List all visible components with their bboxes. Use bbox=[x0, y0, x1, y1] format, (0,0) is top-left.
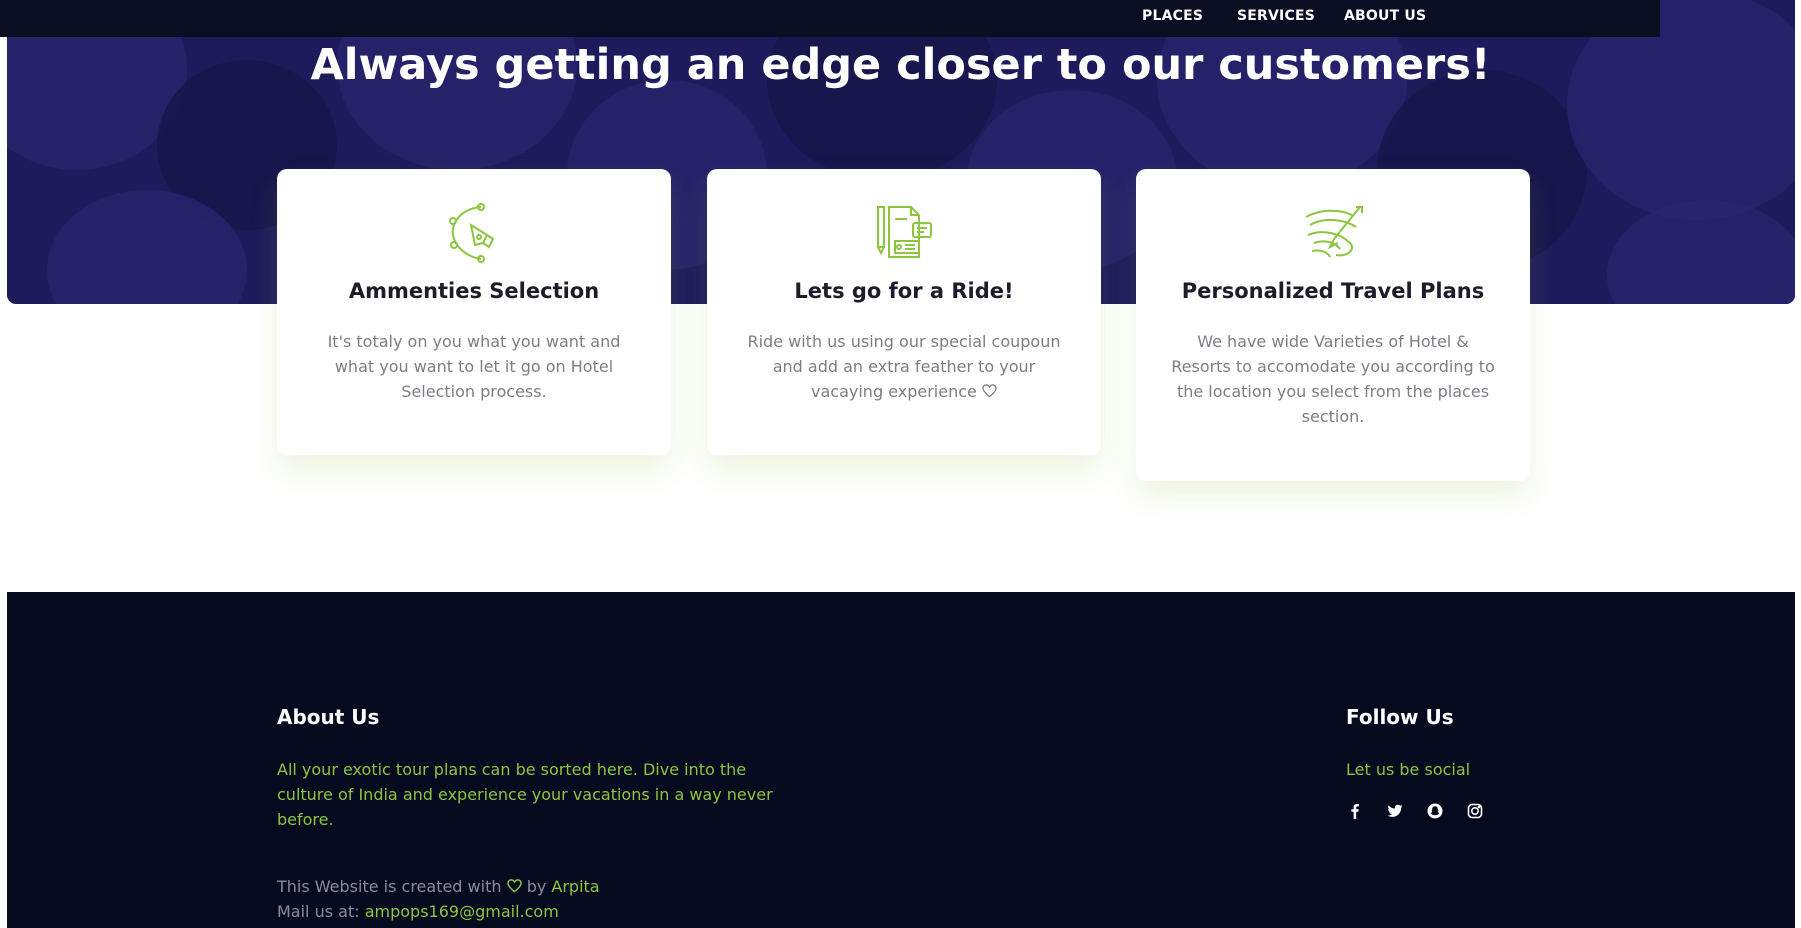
credit-line: This Website is created with by Arpita bbox=[277, 874, 600, 899]
service-card-travel-plans: Personalized Travel Plans We have wide V… bbox=[1136, 169, 1530, 481]
mail-line: Mail us at: ampops169@gmail.com bbox=[277, 899, 600, 924]
email-link[interactable]: ampops169@gmail.com bbox=[365, 902, 559, 921]
footer-about-heading: About Us bbox=[277, 705, 379, 729]
nav-link-about-us[interactable]: ABOUT US bbox=[1344, 8, 1426, 24]
card-text: Ride with us using our special coupoun a… bbox=[739, 329, 1069, 404]
card-title: Lets go for a Ride! bbox=[707, 279, 1101, 303]
social-icons bbox=[1346, 802, 1484, 820]
nav-link-places[interactable]: PLACES bbox=[1142, 8, 1203, 24]
card-text: It's totaly on you what you want and wha… bbox=[309, 329, 639, 404]
site-footer: About Us All your exotic tour plans can … bbox=[7, 592, 1795, 928]
nav-link-services[interactable]: SERVICES bbox=[1237, 8, 1315, 24]
instagram-icon[interactable] bbox=[1466, 802, 1484, 820]
facebook-icon[interactable] bbox=[1346, 802, 1364, 820]
footer-about-text: All your exotic tour plans can be sorted… bbox=[277, 757, 797, 832]
footer-follow-heading: Follow Us bbox=[1346, 705, 1454, 729]
card-title: Ammenties Selection bbox=[277, 279, 671, 303]
pen-tool-icon bbox=[441, 199, 507, 265]
snapchat-icon[interactable] bbox=[1426, 802, 1444, 820]
author-link[interactable]: Arpita bbox=[551, 877, 599, 896]
twitter-icon[interactable] bbox=[1386, 802, 1404, 820]
hero-title: Always getting an edge closer to our cus… bbox=[0, 40, 1801, 90]
heart-icon bbox=[507, 879, 522, 893]
service-card-amenities: Ammenties Selection It's totaly on you w… bbox=[277, 169, 671, 455]
credit-by: by bbox=[527, 877, 547, 896]
footer-credit: This Website is created with by Arpita M… bbox=[277, 874, 600, 924]
footer-social-text: Let us be social bbox=[1346, 760, 1470, 779]
card-text-content: Ride with us using our special coupoun a… bbox=[747, 332, 1060, 401]
top-navbar: PLACES SERVICES ABOUT US bbox=[0, 0, 1660, 37]
heart-icon bbox=[982, 384, 997, 398]
service-card-ride: Lets go for a Ride! Ride with us using o… bbox=[707, 169, 1101, 455]
card-text: We have wide Varieties of Hotel & Resort… bbox=[1168, 329, 1498, 429]
mail-label: Mail us at: bbox=[277, 902, 360, 921]
travel-swirl-icon bbox=[1300, 199, 1366, 265]
credit-prefix: This Website is created with bbox=[277, 877, 502, 896]
ticket-document-icon bbox=[871, 199, 937, 265]
card-title: Personalized Travel Plans bbox=[1136, 279, 1530, 303]
